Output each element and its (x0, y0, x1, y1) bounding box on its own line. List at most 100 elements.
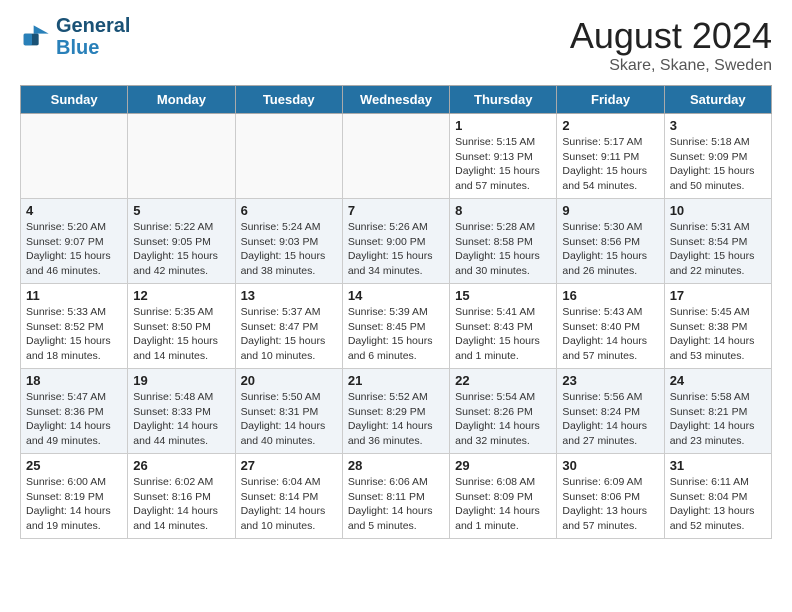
calendar-cell: 8Sunrise: 5:28 AMSunset: 8:58 PMDaylight… (450, 199, 557, 284)
calendar-cell: 5 Sunrise: 5:22 AMSunset: 9:05 PMDaylight… (128, 199, 235, 284)
day-info: Sunrise: 5:39 AMSunset: 8:45 PMDaylight:… (348, 305, 444, 364)
day-number: 17 (670, 288, 766, 303)
logo-general: General (56, 15, 130, 37)
month-title: August 2024 (570, 15, 772, 57)
calendar-cell: 13 Sunrise: 5:37 AMSunset: 8:47 PMDayligh… (235, 284, 342, 369)
calendar-header-row: SundayMondayTuesdayWednesdayThursdayFrid… (21, 86, 772, 114)
day-number: 18 (26, 373, 122, 388)
calendar-cell (128, 114, 235, 199)
day-header-wednesday: Wednesday (342, 86, 449, 114)
day-info: Sunrise: 5:52 AMSunset: 8:29 PMDaylight:… (348, 390, 444, 449)
week-row-2: 4 Sunrise: 5:20 AMSunset: 9:07 PMDaylight… (21, 199, 772, 284)
calendar-cell: 24 Sunrise: 5:58 AMSunset: 8:21 PMDayligh… (664, 369, 771, 454)
day-number: 31 (670, 458, 766, 473)
calendar-cell: 17 Sunrise: 5:45 AMSunset: 8:38 PMDayligh… (664, 284, 771, 369)
week-row-5: 25 Sunrise: 6:00 AMSunset: 8:19 PMDayligh… (21, 454, 772, 539)
calendar-cell: 9 Sunrise: 5:30 AMSunset: 8:56 PMDaylight… (557, 199, 664, 284)
calendar-cell: 18 Sunrise: 5:47 AMSunset: 8:36 PMDayligh… (21, 369, 128, 454)
day-number: 13 (241, 288, 337, 303)
day-number: 23 (562, 373, 658, 388)
calendar-cell: 12 Sunrise: 5:35 AMSunset: 8:50 PMDayligh… (128, 284, 235, 369)
calendar-cell: 20Sunrise: 5:50 AMSunset: 8:31 PMDayligh… (235, 369, 342, 454)
day-number: 27 (241, 458, 337, 473)
day-number: 10 (670, 203, 766, 218)
day-info: Sunrise: 5:47 AMSunset: 8:36 PMDaylight:… (26, 390, 122, 449)
calendar-cell: 28 Sunrise: 6:06 AMSunset: 8:11 PMDayligh… (342, 454, 449, 539)
day-info: Sunrise: 5:33 AMSunset: 8:52 PMDaylight:… (26, 305, 122, 364)
day-number: 9 (562, 203, 658, 218)
day-info: Sunrise: 5:15 AMSunset: 9:13 PMDaylight:… (455, 135, 551, 194)
day-number: 2 (562, 118, 658, 133)
day-number: 5 (133, 203, 229, 218)
day-number: 4 (26, 203, 122, 218)
calendar-cell: 11 Sunrise: 5:33 AMSunset: 8:52 PMDayligh… (21, 284, 128, 369)
day-info: Sunrise: 5:18 AMSunset: 9:09 PMDaylight:… (670, 135, 766, 194)
calendar-cell: 7Sunrise: 5:26 AMSunset: 9:00 PMDaylight… (342, 199, 449, 284)
day-number: 12 (133, 288, 229, 303)
day-info: Sunrise: 5:58 AMSunset: 8:21 PMDaylight:… (670, 390, 766, 449)
calendar-cell: 15 Sunrise: 5:41 AMSunset: 8:43 PMDayligh… (450, 284, 557, 369)
calendar-cell: 10 Sunrise: 5:31 AMSunset: 8:54 PMDayligh… (664, 199, 771, 284)
calendar-cell: 14Sunrise: 5:39 AMSunset: 8:45 PMDayligh… (342, 284, 449, 369)
calendar-cell: 3 Sunrise: 5:18 AMSunset: 9:09 PMDaylight… (664, 114, 771, 199)
calendar-cell: 21Sunrise: 5:52 AMSunset: 8:29 PMDayligh… (342, 369, 449, 454)
calendar-cell: 1 Sunrise: 5:15 AMSunset: 9:13 PMDaylight… (450, 114, 557, 199)
day-info: Sunrise: 6:06 AMSunset: 8:11 PMDaylight:… (348, 475, 444, 534)
calendar-cell: 6Sunrise: 5:24 AMSunset: 9:03 PMDaylight… (235, 199, 342, 284)
day-info: Sunrise: 5:17 AMSunset: 9:11 PMDaylight:… (562, 135, 658, 194)
day-header-tuesday: Tuesday (235, 86, 342, 114)
day-header-sunday: Sunday (21, 86, 128, 114)
title-block: August 2024 Skare, Skane, Sweden (570, 15, 772, 75)
day-info: Sunrise: 5:54 AMSunset: 8:26 PMDaylight:… (455, 390, 551, 449)
day-info: Sunrise: 5:20 AMSunset: 9:07 PMDaylight:… (26, 220, 122, 279)
calendar-cell: 4 Sunrise: 5:20 AMSunset: 9:07 PMDaylight… (21, 199, 128, 284)
day-info: Sunrise: 5:56 AMSunset: 8:24 PMDaylight:… (562, 390, 658, 449)
day-number: 29 (455, 458, 551, 473)
day-number: 25 (26, 458, 122, 473)
calendar-cell: 27Sunrise: 6:04 AMSunset: 8:14 PMDayligh… (235, 454, 342, 539)
day-info: Sunrise: 5:30 AMSunset: 8:56 PMDaylight:… (562, 220, 658, 279)
day-number: 28 (348, 458, 444, 473)
calendar-cell (21, 114, 128, 199)
day-info: Sunrise: 6:02 AMSunset: 8:16 PMDaylight:… (133, 475, 229, 534)
day-header-thursday: Thursday (450, 86, 557, 114)
day-number: 30 (562, 458, 658, 473)
day-number: 1 (455, 118, 551, 133)
calendar-cell: 23 Sunrise: 5:56 AMSunset: 8:24 PMDayligh… (557, 369, 664, 454)
day-info: Sunrise: 5:43 AMSunset: 8:40 PMDaylight:… (562, 305, 658, 364)
day-header-monday: Monday (128, 86, 235, 114)
calendar-cell: 2 Sunrise: 5:17 AMSunset: 9:11 PMDaylight… (557, 114, 664, 199)
calendar-cell: 19Sunrise: 5:48 AMSunset: 8:33 PMDayligh… (128, 369, 235, 454)
day-number: 19 (133, 373, 229, 388)
calendar-cell (342, 114, 449, 199)
day-info: Sunrise: 5:31 AMSunset: 8:54 PMDaylight:… (670, 220, 766, 279)
day-number: 15 (455, 288, 551, 303)
calendar: SundayMondayTuesdayWednesdayThursdayFrid… (20, 85, 772, 539)
calendar-cell: 29 Sunrise: 6:08 AMSunset: 8:09 PMDayligh… (450, 454, 557, 539)
day-number: 24 (670, 373, 766, 388)
day-info: Sunrise: 5:41 AMSunset: 8:43 PMDaylight:… (455, 305, 551, 364)
location: Skare, Skane, Sweden (570, 57, 772, 75)
day-info: Sunrise: 6:09 AMSunset: 8:06 PMDaylight:… (562, 475, 658, 534)
day-number: 6 (241, 203, 337, 218)
day-info: Sunrise: 5:37 AMSunset: 8:47 PMDaylight:… (241, 305, 337, 364)
day-header-friday: Friday (557, 86, 664, 114)
calendar-cell: 30 Sunrise: 6:09 AMSunset: 8:06 PMDayligh… (557, 454, 664, 539)
calendar-cell: 26Sunrise: 6:02 AMSunset: 8:16 PMDayligh… (128, 454, 235, 539)
day-info: Sunrise: 6:08 AMSunset: 8:09 PMDaylight:… (455, 475, 551, 534)
day-number: 11 (26, 288, 122, 303)
week-row-1: 1 Sunrise: 5:15 AMSunset: 9:13 PMDaylight… (21, 114, 772, 199)
day-info: Sunrise: 6:00 AMSunset: 8:19 PMDaylight:… (26, 475, 122, 534)
day-info: Sunrise: 5:22 AMSunset: 9:05 PMDaylight:… (133, 220, 229, 279)
day-number: 7 (348, 203, 444, 218)
logo: General Blue (20, 15, 130, 59)
calendar-cell (235, 114, 342, 199)
day-info: Sunrise: 5:45 AMSunset: 8:38 PMDaylight:… (670, 305, 766, 364)
day-header-saturday: Saturday (664, 86, 771, 114)
day-number: 3 (670, 118, 766, 133)
day-info: Sunrise: 5:35 AMSunset: 8:50 PMDaylight:… (133, 305, 229, 364)
day-info: Sunrise: 6:11 AMSunset: 8:04 PMDaylight:… (670, 475, 766, 534)
week-row-3: 11 Sunrise: 5:33 AMSunset: 8:52 PMDayligh… (21, 284, 772, 369)
day-info: Sunrise: 5:50 AMSunset: 8:31 PMDaylight:… (241, 390, 337, 449)
calendar-cell: 25 Sunrise: 6:00 AMSunset: 8:19 PMDayligh… (21, 454, 128, 539)
